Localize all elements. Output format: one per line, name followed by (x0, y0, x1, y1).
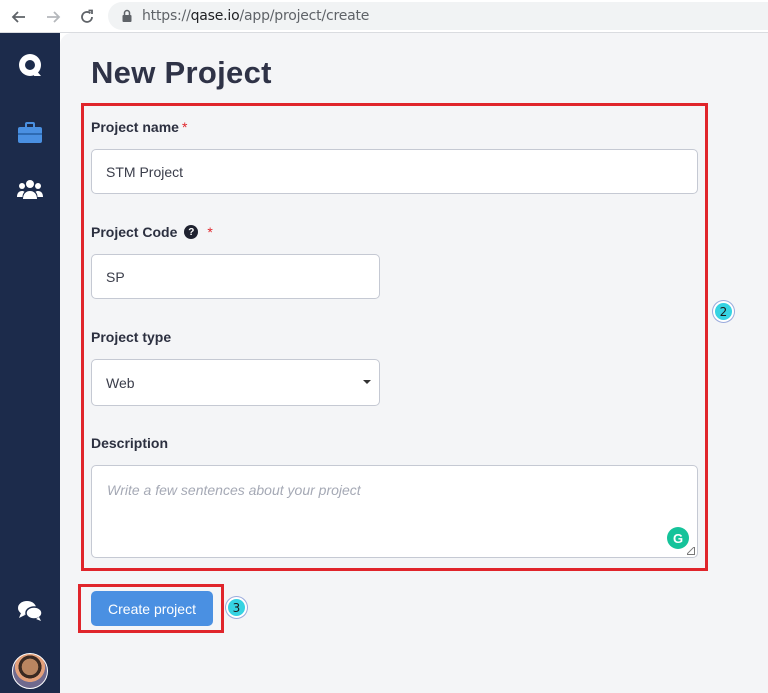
address-bar[interactable]: https://qase.io/app/project/create (108, 2, 768, 30)
sidebar (0, 33, 60, 693)
project-name-label-text: Project name (91, 119, 179, 135)
browser-toolbar: https://qase.io/app/project/create (0, 0, 768, 33)
url-text: https://qase.io/app/project/create (142, 8, 369, 24)
project-type-label-text: Project type (91, 329, 172, 345)
project-type-value: Web (106, 374, 135, 391)
url-scheme: https:// (142, 8, 191, 24)
arrow-right-icon (47, 11, 61, 23)
project-type-select[interactable]: Web (91, 359, 380, 406)
forward-button[interactable] (42, 6, 64, 28)
description-label: Description (91, 435, 168, 451)
main-content: New Project 2 Project name * STM Project … (60, 33, 768, 693)
chevron-down-icon (363, 380, 371, 384)
description-textarea[interactable]: Write a few sentences about your project… (91, 465, 698, 558)
question-circle-icon[interactable]: ? (184, 225, 199, 239)
resize-handle-icon[interactable] (687, 547, 695, 555)
project-name-value: STM Project (106, 163, 184, 180)
page-title: New Project (91, 55, 272, 90)
arrow-left-icon (11, 11, 25, 23)
project-name-label: Project name * (91, 119, 187, 135)
reload-button[interactable] (76, 6, 98, 28)
back-button[interactable] (8, 6, 30, 28)
users-icon[interactable] (14, 173, 46, 205)
url-path: /app/project/create (239, 8, 370, 24)
url-host: qase.io (190, 8, 240, 24)
chat-icon[interactable] (14, 595, 46, 627)
description-label-text: Description (91, 435, 169, 451)
project-code-input[interactable]: SP (91, 254, 380, 299)
qase-logo-icon[interactable] (14, 49, 46, 81)
required-mark: * (207, 224, 213, 240)
avatar[interactable] (12, 653, 48, 689)
lock-icon (122, 9, 132, 22)
description-placeholder: Write a few sentences about your project (107, 482, 361, 498)
required-mark: * (181, 119, 188, 135)
project-code-label: Project Code ? * (91, 224, 213, 240)
reload-icon (81, 9, 93, 23)
step-badge-3: 3 (226, 597, 247, 618)
briefcase-icon[interactable] (14, 117, 46, 149)
project-code-value: SP (106, 268, 125, 285)
create-project-button[interactable]: Create project (91, 591, 213, 626)
step-badge-2: 2 (713, 301, 734, 322)
project-name-input[interactable]: STM Project (91, 149, 698, 194)
project-code-label-text: Project Code (91, 224, 178, 240)
grammarly-icon[interactable]: G (667, 527, 689, 549)
project-type-label: Project type (91, 329, 171, 345)
